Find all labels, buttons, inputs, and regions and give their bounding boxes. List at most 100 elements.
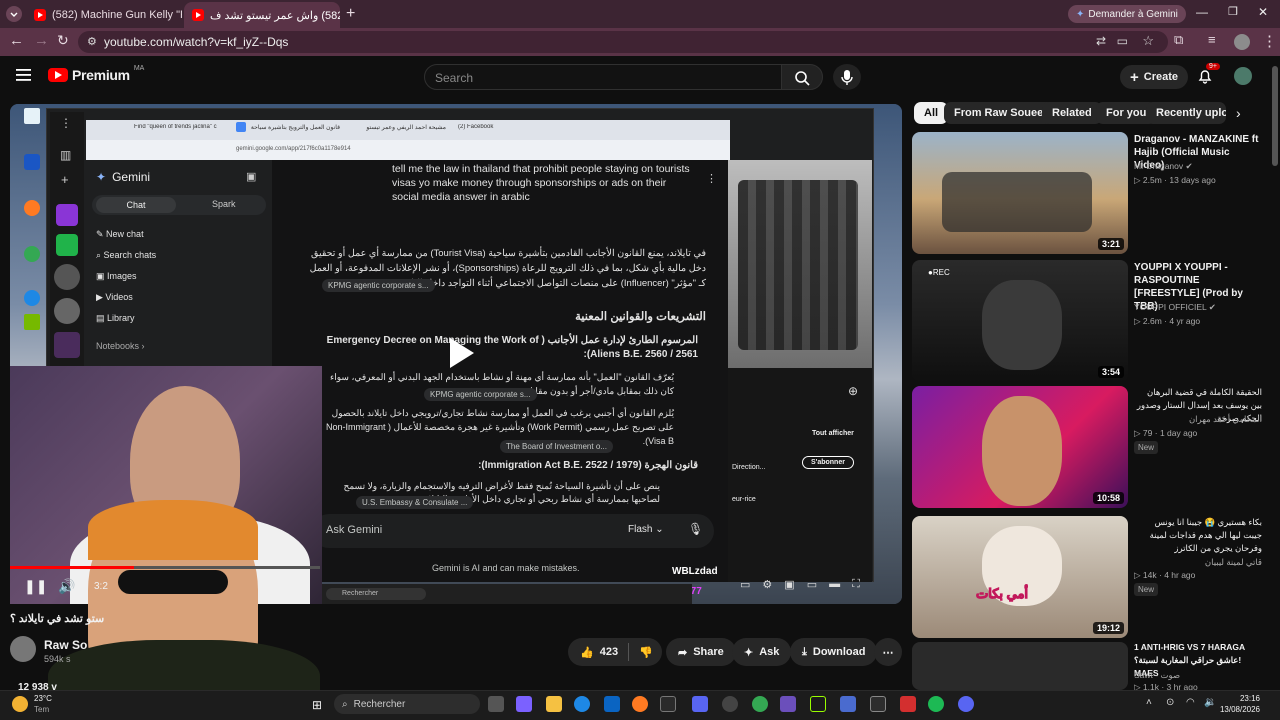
cast-icon[interactable]: ▭	[807, 578, 817, 596]
play-overlay-icon[interactable]	[436, 330, 482, 376]
address-bar[interactable]: ⚙ youtube.com/watch?v=kf_iyZ--Dqs ⇄ ▭ ☆	[78, 31, 1168, 53]
recommendation-channel[interactable]: قاتي لمينة ليبيان	[1134, 557, 1262, 568]
tray-network-icon[interactable]: ⊙	[1166, 697, 1174, 708]
inner-tab[interactable]: قانون العمل والترويج بتأشيرة سياحة	[250, 124, 340, 131]
microphone-icon[interactable]: 🎙	[688, 522, 703, 536]
channel-avatar[interactable]	[10, 636, 36, 662]
gemini-logo[interactable]: ✦ Gemini	[96, 170, 150, 184]
app-green-icon[interactable]	[56, 234, 78, 256]
create-button[interactable]: + Create	[1120, 65, 1189, 89]
add-circle-icon[interactable]: ⊕	[848, 384, 858, 398]
sidebar-item-videos[interactable]: ▶ Videos	[96, 292, 133, 303]
source-chip[interactable]: The Board of Investment o...	[500, 440, 613, 453]
contact-avatar[interactable]	[54, 264, 80, 290]
recommendation-channel[interactable]: Mr Draganov ✔	[1134, 161, 1193, 172]
thumbs-down-icon[interactable]: 👎	[639, 646, 653, 659]
tab-spark[interactable]: Spark	[212, 199, 236, 209]
app-icon[interactable]	[660, 696, 676, 712]
account-avatar[interactable]	[1234, 67, 1252, 85]
recommendation-channel[interactable]: YOUPPI OFFICIEL ✔	[1134, 302, 1216, 313]
restore-window-icon[interactable]: ❐	[1228, 5, 1238, 18]
bookmark-star-icon[interactable]: ☆	[1142, 33, 1154, 49]
new-tab-button[interactable]: +	[346, 5, 355, 23]
miniplayer-icon[interactable]: ▣	[784, 578, 794, 596]
app-icon[interactable]	[840, 696, 856, 712]
hamburger-menu-icon[interactable]	[16, 68, 32, 82]
source-chip[interactable]: KPMG agentic corporate s...	[322, 279, 435, 292]
gemini-button[interactable]: ✦ Demander à Gemini	[1068, 5, 1186, 23]
chrome-icon[interactable]	[752, 696, 768, 712]
recommendation-thumbnail[interactable]: أمي بكات 19:12	[912, 516, 1128, 638]
sidebar-item-search-chats[interactable]: ⌕ Search chats	[96, 250, 156, 261]
add-icon[interactable]: +	[61, 172, 69, 187]
volume-icon[interactable]: 🔊	[58, 578, 75, 595]
progress-bar[interactable]	[10, 566, 320, 569]
discord-icon[interactable]	[692, 696, 708, 712]
back-icon[interactable]: ←	[9, 32, 24, 49]
app-icon[interactable]	[780, 696, 796, 712]
ask-gemini-input[interactable]: Ask Gemini Flash ⌄ 🎙	[312, 514, 714, 548]
close-window-icon[interactable]: ✕	[1258, 5, 1268, 19]
inner-subscribe-button[interactable]: S'abonner	[802, 456, 854, 469]
discord-icon[interactable]	[958, 696, 974, 712]
weather-icon[interactable]	[12, 696, 28, 712]
youtube-premium-logo[interactable]: Premium MA	[48, 65, 144, 83]
voice-search-button[interactable]	[833, 64, 861, 90]
reload-icon[interactable]: ↻	[57, 32, 69, 49]
edge-icon[interactable]	[574, 696, 590, 712]
tab-search-button[interactable]	[6, 6, 22, 22]
spotify-icon[interactable]	[928, 696, 944, 712]
notifications-button[interactable]: 9+	[1196, 63, 1220, 85]
recommendation-thumbnail[interactable]: 3:21	[912, 132, 1128, 254]
app-icon[interactable]	[870, 696, 886, 712]
pause-icon[interactable]: ❚❚	[24, 578, 47, 595]
file-explorer-icon[interactable]	[546, 696, 562, 712]
share-button[interactable]: ➦ Share	[666, 638, 736, 666]
sidebar-item-new-chat[interactable]: ✎ New chat	[96, 229, 144, 240]
recommendation-channel[interactable]: Sawt - صوت	[1134, 670, 1180, 681]
source-chip[interactable]: KPMG agentic corporate s...	[424, 388, 537, 401]
inner-taskbar-search[interactable]: Rechercher	[326, 588, 426, 600]
recommendation-channel[interactable]: المحامي أحمد مهران	[1134, 414, 1262, 425]
contact-avatar[interactable]	[54, 298, 80, 324]
search-input[interactable]: Search	[424, 64, 782, 90]
cast-icon[interactable]: ▭	[1117, 34, 1128, 48]
firefox-icon[interactable]	[632, 696, 648, 712]
theater-icon[interactable]: ▬	[829, 578, 840, 596]
clock-date[interactable]: 13/08/2026	[1200, 705, 1260, 714]
tray-chevron-icon[interactable]: ˄	[1146, 697, 1152, 708]
inner-tab[interactable]: Find "queen of trends jaclina" c	[134, 124, 224, 130]
chip-all[interactable]: All	[914, 102, 949, 124]
copilot-icon[interactable]	[516, 696, 532, 712]
chevron-right-icon[interactable]: ›	[1236, 105, 1241, 121]
translate-icon[interactable]: ⇄	[1096, 34, 1106, 48]
clock-time[interactable]: 23:16	[1220, 694, 1260, 703]
chip-recently-uploaded[interactable]: Recently uploaded	[1146, 102, 1226, 124]
store-icon[interactable]	[604, 696, 620, 712]
channel-name[interactable]: Raw So	[44, 638, 87, 652]
app-thumbnail[interactable]	[54, 332, 80, 358]
inner-show-all[interactable]: Tout afficher	[812, 430, 854, 437]
chip-related[interactable]: Related	[1042, 102, 1102, 124]
thumbs-up-icon[interactable]: 👍	[580, 646, 594, 659]
app-icon[interactable]	[722, 696, 738, 712]
site-info-icon[interactable]: ⚙	[87, 35, 97, 48]
netflix-icon[interactable]	[900, 696, 916, 712]
minimize-window-icon[interactable]: —	[1196, 5, 1208, 19]
task-view-icon[interactable]	[488, 696, 504, 712]
recommendation-title[interactable]: بكاء هستيري 😭 جيبنا انا يونس جيبت ليها ا…	[1134, 516, 1262, 555]
sidebar-notebooks[interactable]: Notebooks ›	[96, 341, 145, 351]
search-button[interactable]	[781, 64, 823, 90]
recommendation-thumbnail[interactable]	[912, 642, 1128, 690]
sidebar-item-images[interactable]: ▣ Images	[96, 271, 137, 282]
panel-icon[interactable]: ▥	[60, 148, 71, 162]
browser-tab-active[interactable]: (582) واش عمر تيستو تشد ف ✕	[184, 2, 340, 28]
more-icon[interactable]: ⋮	[60, 116, 72, 130]
reading-list-icon[interactable]: ≡	[1208, 32, 1216, 47]
extensions-icon[interactable]: ⧉	[1174, 32, 1183, 48]
more-icon[interactable]: ⋮	[706, 172, 717, 185]
inner-address-bar[interactable]: gemini.google.com/app/217f6c0a1178e914	[86, 140, 730, 160]
windows-start-icon[interactable]: ⊞	[312, 698, 322, 712]
recommendation-thumbnail[interactable]: 10:58	[912, 386, 1128, 508]
browser-menu-icon[interactable]: ⋮	[1262, 32, 1277, 50]
